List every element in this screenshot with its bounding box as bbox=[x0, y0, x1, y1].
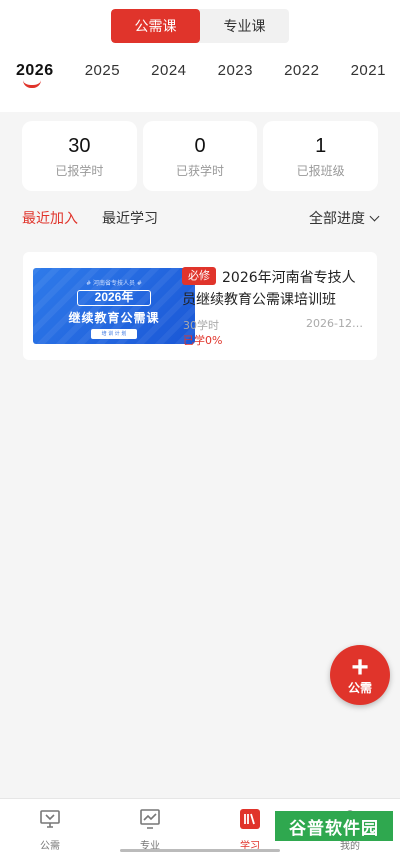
course-card[interactable]: # 河南省专技人员 # 2026年 继续教育公需课 培 训 计 划 2026年河… bbox=[23, 252, 377, 360]
year-2022[interactable]: 2022 bbox=[284, 62, 319, 92]
year-2024[interactable]: 2024 bbox=[151, 62, 186, 92]
thumbnail-year: 2026年 bbox=[77, 290, 151, 306]
home-indicator bbox=[120, 849, 280, 852]
chart-monitor-icon bbox=[140, 809, 160, 829]
year-selector: 2026 2025 2024 2023 2022 2021 bbox=[0, 62, 400, 92]
tab-professional-course[interactable]: 专业课 bbox=[200, 9, 289, 43]
course-progress: 已学0% bbox=[183, 334, 223, 347]
fab-label: 公需 bbox=[347, 681, 372, 695]
year-2021[interactable]: 2021 bbox=[351, 62, 386, 92]
progress-dropdown[interactable]: 全部进度 bbox=[309, 208, 380, 228]
add-public-course-button[interactable]: + 公需 bbox=[330, 645, 390, 705]
tab-public[interactable]: 公需 bbox=[0, 799, 100, 853]
top-bar: 公需课 专业课 2026 2025 2024 2023 2022 2021 bbox=[0, 0, 400, 112]
stat-card-enrolled-classes[interactable]: 1 已报班级 bbox=[263, 121, 379, 191]
stat-value: 30 bbox=[68, 134, 91, 157]
course-thumbnail: # 河南省专技人员 # 2026年 继续教育公需课 培 训 计 划 bbox=[33, 268, 195, 344]
books-icon bbox=[240, 809, 260, 829]
course-type-switch: 公需课 专业课 bbox=[111, 9, 289, 43]
chevron-down-icon bbox=[369, 211, 380, 221]
stat-card-enrolled-hours[interactable]: 30 已报学时 bbox=[22, 121, 137, 191]
filter-recent-added[interactable]: 最近加入 bbox=[22, 208, 78, 228]
stat-label: 已报学时 bbox=[55, 163, 104, 178]
year-2023[interactable]: 2023 bbox=[218, 62, 253, 92]
stat-label: 已获学时 bbox=[176, 163, 225, 178]
course-hours: 30学时 bbox=[183, 319, 219, 332]
thumbnail-bottom-text: 培 训 计 划 bbox=[91, 329, 137, 339]
monitor-icon bbox=[40, 810, 60, 828]
watermark-logo: 谷普软件园 bbox=[275, 811, 393, 841]
stat-value: 1 bbox=[315, 134, 327, 157]
tab-label: 公需 bbox=[40, 841, 60, 852]
progress-dropdown-label: 全部进度 bbox=[309, 211, 365, 227]
stat-value: 0 bbox=[194, 134, 206, 157]
tab-professional[interactable]: 专业 bbox=[100, 799, 200, 853]
tab-public-course[interactable]: 公需课 bbox=[111, 9, 200, 43]
required-badge: 必修 bbox=[182, 267, 216, 285]
thumbnail-top-text: # 河南省专技人员 # bbox=[86, 280, 142, 287]
thumbnail-title: 继续教育公需课 bbox=[68, 311, 160, 325]
filter-bar: 最近加入 最近学习 全部进度 bbox=[22, 207, 380, 229]
filter-recent-study[interactable]: 最近学习 bbox=[102, 208, 158, 228]
year-2025[interactable]: 2025 bbox=[85, 62, 120, 92]
stat-label: 已报班级 bbox=[296, 163, 345, 178]
plus-icon: + bbox=[351, 651, 369, 684]
stats-row: 30 已报学时 0 已获学时 1 已报班级 bbox=[22, 121, 379, 191]
course-date: 2026-12… bbox=[306, 317, 363, 330]
stat-card-earned-hours[interactable]: 0 已获学时 bbox=[142, 121, 258, 191]
